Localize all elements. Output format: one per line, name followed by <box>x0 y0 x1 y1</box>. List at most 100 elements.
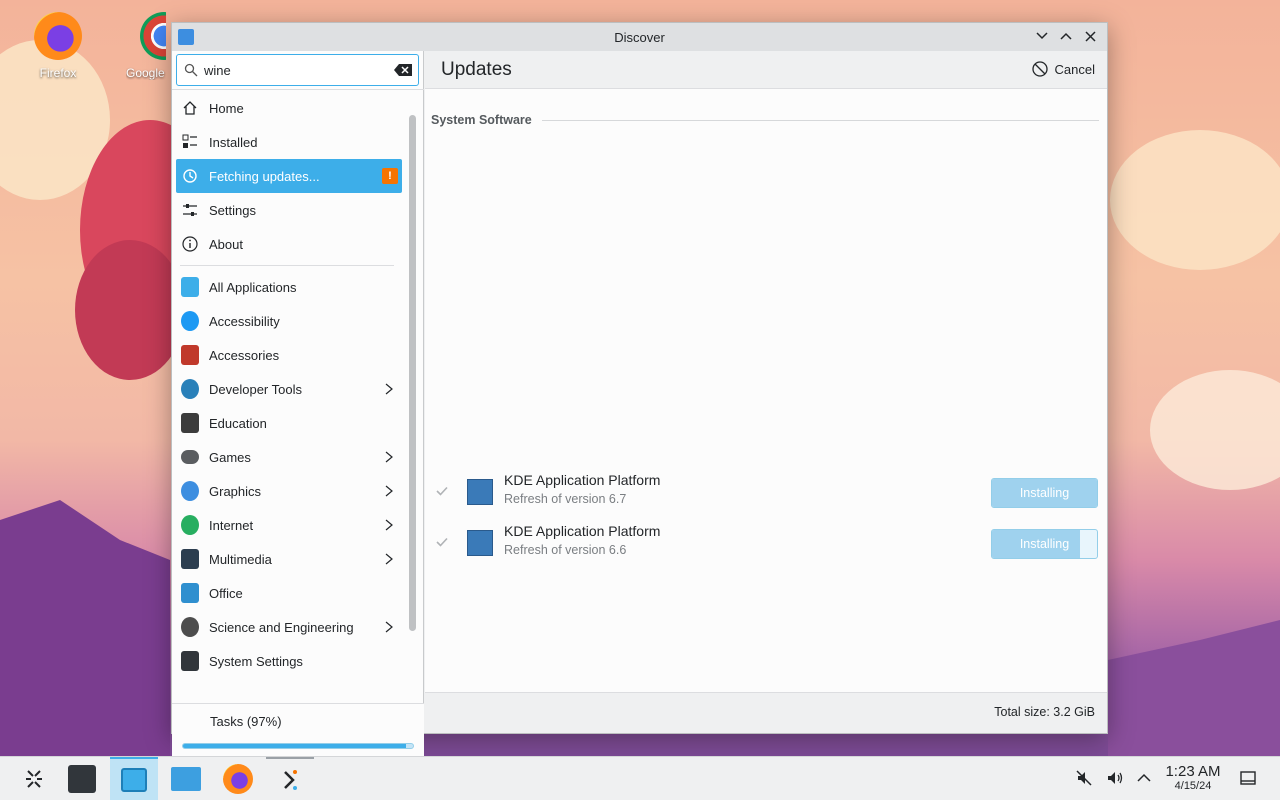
category-accessibility[interactable]: Accessibility <box>176 304 402 338</box>
divider <box>541 119 1099 121</box>
nav-item-label: About <box>209 236 243 252</box>
sidebar-scrollbar[interactable] <box>409 115 417 635</box>
tasks-panel[interactable]: Tasks (97%) <box>172 703 424 763</box>
section-heading: System Software <box>431 113 1099 127</box>
tasks-progress-fill <box>183 744 407 748</box>
nav-item-home[interactable]: Home <box>176 91 402 125</box>
checkbox-checked-icon[interactable] <box>435 535 449 549</box>
category-system-settings[interactable]: System Settings <box>176 644 402 678</box>
section-title: System Software <box>431 113 532 127</box>
installing-button[interactable]: Installing <box>991 529 1098 559</box>
nav-item-installed[interactable]: Installed <box>176 125 402 159</box>
installed-icon <box>181 133 199 151</box>
accessibility-icon <box>181 311 199 331</box>
chevron-right-icon <box>385 485 393 497</box>
navigation-list: Home Installed Fetching updates... ! Set… <box>176 91 402 678</box>
category-science-and-engineering[interactable]: Science and Engineering <box>176 610 402 644</box>
update-row: KDE Application Platform Refresh of vers… <box>425 469 1108 515</box>
nav-item-about[interactable]: About <box>176 227 402 261</box>
window-title: Discover <box>614 29 665 45</box>
update-subtitle: Refresh of version 6.7 <box>504 492 627 506</box>
update-name: KDE Application Platform <box>504 523 661 539</box>
firefox-icon <box>34 12 82 60</box>
main-content: Updates Cancel System Software KDE Appli… <box>425 51 1107 733</box>
category-label: Education <box>209 415 267 431</box>
clock-date: 4/15/24 <box>1174 780 1212 792</box>
category-internet[interactable]: Internet <box>176 508 402 542</box>
desktop-icon-label: Firefox <box>39 66 77 80</box>
home-icon <box>181 99 199 117</box>
show-hidden-icons-icon[interactable] <box>1133 767 1155 789</box>
maximize-button[interactable] <box>1057 27 1075 45</box>
divider <box>172 89 424 90</box>
settings-icon <box>181 201 199 219</box>
taskbar-firefox[interactable] <box>214 757 262 800</box>
taskbar-kde-connect[interactable] <box>266 757 314 800</box>
category-label: Accessories <box>209 347 280 363</box>
taskbar-dolphin[interactable] <box>162 757 210 800</box>
all-applications-icon <box>181 277 199 297</box>
nav-item-settings[interactable]: Settings <box>176 193 402 227</box>
search-input[interactable]: wine <box>176 54 419 86</box>
desktop-icon-google[interactable]: Google <box>126 12 166 80</box>
category-graphics[interactable]: Graphics <box>176 474 402 508</box>
chevron-right-icon <box>385 383 393 395</box>
cancel-button[interactable]: Cancel <box>1031 61 1095 77</box>
update-row: KDE Application Platform Refresh of vers… <box>425 520 1108 566</box>
category-office[interactable]: Office <box>176 576 402 610</box>
mute-microphone-icon[interactable] <box>1073 767 1095 789</box>
taskbar-discover[interactable] <box>110 757 158 800</box>
info-icon <box>181 235 199 253</box>
category-label: Internet <box>209 517 254 533</box>
cancel-icon <box>1031 61 1048 77</box>
category-developer-tools[interactable]: Developer Tools <box>176 372 402 406</box>
folder-icon <box>171 767 201 791</box>
close-button[interactable] <box>1081 27 1099 45</box>
tasks-progress-bar <box>182 743 414 749</box>
application-launcher-button[interactable] <box>10 757 58 800</box>
clear-search-icon[interactable] <box>394 64 412 76</box>
footer-bar: Total size: 3.2 GiB <box>425 692 1107 733</box>
installing-label: Installing <box>1019 486 1070 500</box>
category-all-applications[interactable]: All Applications <box>176 270 402 304</box>
discover-app-icon <box>178 29 194 45</box>
checkbox-checked-icon[interactable] <box>435 484 449 498</box>
page-header: Updates Cancel <box>425 51 1107 89</box>
launcher-icon <box>26 770 42 788</box>
kde-app-icon <box>284 770 297 790</box>
taskbar-system-settings[interactable] <box>58 757 106 800</box>
nav-item-label: Settings <box>209 202 256 218</box>
scrollbar-thumb[interactable] <box>409 115 416 631</box>
show-desktop-icon[interactable] <box>1237 767 1259 789</box>
search-value: wine <box>204 62 231 78</box>
window-titlebar[interactable]: Discover <box>172 23 1107 51</box>
category-education[interactable]: Education <box>176 406 402 440</box>
installing-button[interactable]: Installing <box>991 478 1098 508</box>
clock-time: 1:23 AM <box>1165 763 1221 780</box>
accessories-icon <box>181 345 199 365</box>
discover-icon <box>121 768 147 792</box>
category-accessories[interactable]: Accessories <box>176 338 402 372</box>
taskbar: 1:23 AM 4/15/24 <box>0 756 1280 800</box>
internet-icon <box>181 515 199 535</box>
warning-badge: ! <box>382 168 398 184</box>
divider <box>180 265 394 266</box>
chevron-right-icon <box>385 553 393 565</box>
system-settings-icon <box>181 651 199 671</box>
nav-item-updates[interactable]: Fetching updates... ! <box>176 159 402 193</box>
minimize-button[interactable] <box>1033 27 1051 45</box>
updates-icon <box>181 167 199 185</box>
games-icon <box>181 450 199 464</box>
tasks-label: Tasks (97%) <box>210 714 282 729</box>
nav-item-label: Home <box>209 100 244 116</box>
category-multimedia[interactable]: Multimedia <box>176 542 402 576</box>
volume-icon[interactable] <box>1104 767 1126 789</box>
total-size: Total size: 3.2 GiB <box>994 705 1095 719</box>
firefox-icon <box>223 764 253 794</box>
sidebar: wine Home Installed Fetching updates... … <box>172 51 424 763</box>
chevron-right-icon <box>385 621 393 633</box>
digital-clock[interactable]: 1:23 AM 4/15/24 <box>1160 763 1226 792</box>
desktop-icon-firefox[interactable]: Firefox <box>18 12 98 80</box>
category-games[interactable]: Games <box>176 440 402 474</box>
system-settings-icon <box>68 765 96 793</box>
